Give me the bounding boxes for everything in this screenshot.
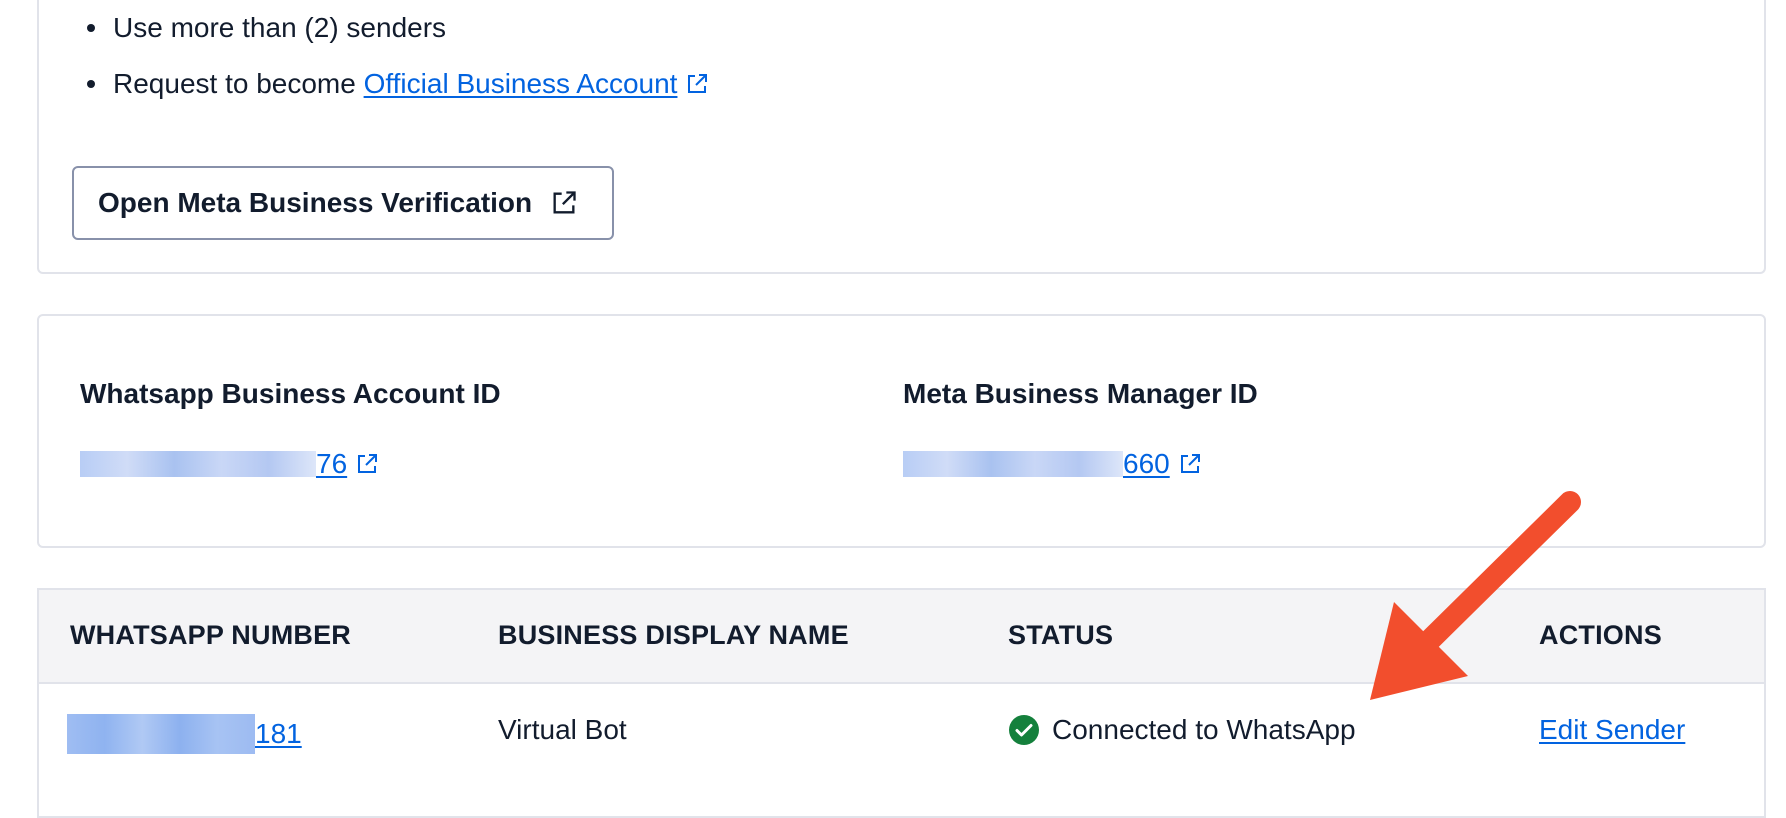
meta-manager-id-block: Meta Business Manager ID 660 xyxy=(903,378,1258,480)
waba-id-label: Whatsapp Business Account ID xyxy=(80,378,501,409)
column-header-status: STATUS xyxy=(1008,620,1114,650)
redacted-blur xyxy=(903,451,1123,477)
waba-id-value: 76 xyxy=(80,448,501,480)
redacted-blur xyxy=(80,451,316,477)
external-link-icon[interactable] xyxy=(355,452,379,476)
meta-manager-id-label: Meta Business Manager ID xyxy=(903,378,1258,409)
whatsapp-number-cell: 181 xyxy=(67,714,302,754)
whatsapp-number-link[interactable]: 181 xyxy=(67,714,302,754)
actions-cell: Edit Sender xyxy=(1539,714,1685,746)
bullet-text: Use more than (2) senders xyxy=(113,12,447,43)
bullet-text: Request to become xyxy=(113,68,364,99)
column-header-business-display-name: BUSINESS DISPLAY NAME xyxy=(498,620,849,650)
button-label: Open Meta Business Verification xyxy=(98,187,533,218)
verification-card: Use more than (2) senders Request to bec… xyxy=(37,0,1766,274)
meta-manager-id-link[interactable]: 660 xyxy=(903,448,1170,480)
bullet-item: Request to become Official Business Acco… xyxy=(87,66,709,102)
bullet-dot xyxy=(87,24,95,32)
edit-sender-link[interactable]: Edit Sender xyxy=(1539,714,1685,746)
status-cell: Connected to WhatsApp xyxy=(1008,714,1356,746)
redacted-blur xyxy=(67,714,255,754)
meta-manager-id-value: 660 xyxy=(903,448,1258,480)
check-circle-icon xyxy=(1009,715,1039,745)
business-display-name-cell: Virtual Bot xyxy=(498,714,627,745)
column-header-whatsapp-number: WHATSAPP NUMBER xyxy=(70,620,352,650)
waba-id-block: Whatsapp Business Account ID 76 xyxy=(80,378,501,480)
official-business-account-link[interactable]: Official Business Account xyxy=(364,66,678,102)
waba-id-link[interactable]: 76 xyxy=(80,448,347,480)
external-link-icon xyxy=(553,191,576,214)
external-link-icon[interactable] xyxy=(685,72,709,96)
bullet-dot xyxy=(87,80,95,88)
bullet-item: Use more than (2) senders xyxy=(87,10,446,46)
open-meta-business-verification-button[interactable]: Open Meta Business Verification xyxy=(72,166,614,240)
status-text: Connected to WhatsApp xyxy=(1052,714,1356,745)
annotation-arrow-icon xyxy=(1370,491,1581,700)
external-link-icon[interactable] xyxy=(1178,452,1202,476)
